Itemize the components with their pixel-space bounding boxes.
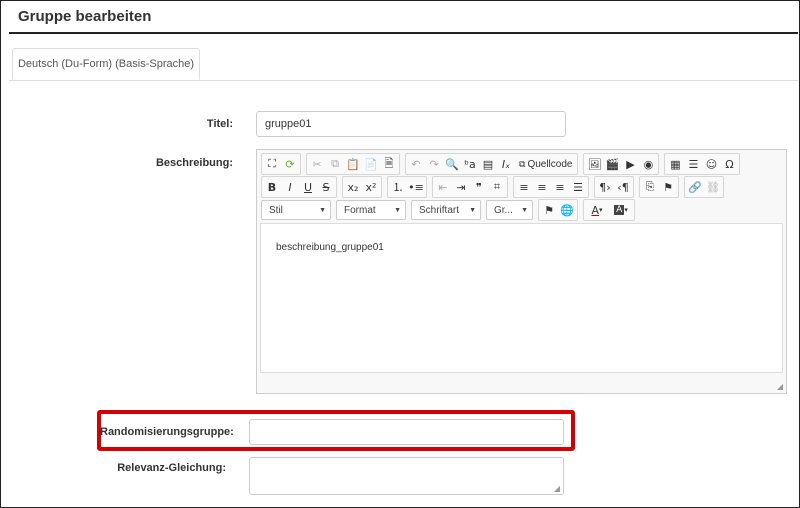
cut-icon[interactable]: ✂ <box>308 155 326 173</box>
tabs-baseline <box>9 80 798 81</box>
remove-format-icon[interactable]: Iₓ <box>497 155 515 173</box>
numbered-list-icon[interactable]: ⒈ <box>389 178 407 196</box>
chevron-down-icon: ▼ <box>394 206 401 214</box>
strikethrough-icon[interactable]: S <box>317 178 335 196</box>
replace-icon[interactable]: ᵇa <box>461 155 479 173</box>
youtube-icon[interactable]: ▶ <box>621 155 639 173</box>
randomization-input[interactable] <box>249 419 564 445</box>
title-input[interactable] <box>256 111 566 137</box>
link-icon[interactable]: 🔗 <box>686 178 704 196</box>
anchor-icon[interactable]: ⚑ <box>659 178 677 196</box>
title-label: Titel: <box>206 118 233 130</box>
text-rtl-icon[interactable]: ‹¶ <box>614 178 632 196</box>
format-combo[interactable]: Format ▼ <box>336 200 406 220</box>
toolbar-row-1: ⛶ ⟳ ✂ ⧉ 📋 📄 🗎 ↶ ↷ 🔍 ᵇa ▤ Iₓ ⧉ Quellcode … <box>261 153 745 175</box>
background-color-icon[interactable]: A ▾ <box>609 201 633 219</box>
align-justify-icon[interactable]: ☰ <box>569 178 587 196</box>
chevron-down-icon: ▼ <box>521 206 528 214</box>
toolbar-group-basic-styles: B I U S <box>261 176 337 198</box>
image-icon[interactable]: 🖼 <box>585 155 603 173</box>
text-ltr-icon[interactable]: ¶› <box>596 178 614 196</box>
blockquote-icon[interactable]: ❞ <box>470 178 488 196</box>
editor-content-text: beschreibung_gruppe01 <box>276 242 384 253</box>
resize-grip-icon[interactable]: ◢ <box>777 382 783 391</box>
chevron-down-icon: ▼ <box>319 206 326 214</box>
select-all-icon[interactable]: ▤ <box>479 155 497 173</box>
relevance-textarea[interactable]: ◢ <box>249 457 564 495</box>
toolbar-group-tools: ⚑ 🌐 <box>538 199 578 221</box>
unlink-icon[interactable]: ⛓ <box>704 178 722 196</box>
toolbar-group-colors: A ▾ A ▾ <box>583 199 635 221</box>
align-center-icon[interactable]: ≡ <box>533 178 551 196</box>
align-left-icon[interactable]: ≡ <box>515 178 533 196</box>
italic-icon[interactable]: I <box>281 178 299 196</box>
bold-icon[interactable]: B <box>263 178 281 196</box>
source-icon: ⧉ <box>519 158 526 169</box>
text-color-icon[interactable]: A ▾ <box>585 201 609 219</box>
underline-icon[interactable]: U <box>299 178 317 196</box>
toolbar-group-view: ⛶ ⟳ <box>261 153 301 175</box>
refresh-icon[interactable]: ⟳ <box>281 155 299 173</box>
bulleted-list-icon[interactable]: •≡ <box>407 178 425 196</box>
format-combo-label: Format <box>344 204 376 216</box>
relevance-label: Relevanz-Gleichung: <box>117 462 226 474</box>
description-label: Beschreibung: <box>155 157 233 169</box>
find-icon[interactable]: 🔍 <box>443 155 461 173</box>
paste-icon[interactable]: 📋 <box>344 155 362 173</box>
video-icon[interactable]: 🎬 <box>603 155 621 173</box>
page-title: Gruppe bearbeiten <box>18 8 152 25</box>
toolbar-group-insert: ▦ ☰ ☺ Ω <box>664 153 741 175</box>
style-combo-label: Stil <box>269 204 283 216</box>
toolbar-group-links: 🔗 ⛓ <box>684 176 724 198</box>
table-icon[interactable]: ▦ <box>666 155 684 173</box>
toolbar-group-script: x₂ x² <box>342 176 382 198</box>
toolbar-group-language: ⎘ ⚑ <box>639 176 679 198</box>
maximize-icon[interactable]: ⛶ <box>263 155 281 173</box>
horizontal-line-icon[interactable]: ☰ <box>684 155 702 173</box>
paste-text-icon[interactable]: 📄 <box>362 155 380 173</box>
toolbar-group-lists: ⒈ •≡ <box>387 176 427 198</box>
font-size-combo[interactable]: Gr... ▼ <box>486 200 533 220</box>
randomization-label: Randomisierungsgruppe: <box>100 426 234 438</box>
flag-icon[interactable]: ⚑ <box>540 201 558 219</box>
subscript-icon[interactable]: x₂ <box>344 178 362 196</box>
source-label: Quellcode <box>527 158 573 170</box>
undo-icon[interactable]: ↶ <box>407 155 425 173</box>
create-div-icon[interactable]: ⌗ <box>488 178 506 196</box>
toolbar-group-insert-media: 🖼 🎬 ▶ ◉ <box>583 153 660 175</box>
outdent-icon[interactable]: ⇤ <box>434 178 452 196</box>
title-divider <box>9 32 798 34</box>
rich-text-editor: ⛶ ⟳ ✂ ⧉ 📋 📄 🗎 ↶ ↷ 🔍 ᵇa ▤ Iₓ ⧉ Quellcode … <box>256 149 787 394</box>
superscript-icon[interactable]: x² <box>362 178 380 196</box>
toolbar-group-edit: ↶ ↷ 🔍 ᵇa ▤ Iₓ ⧉ Quellcode <box>405 153 579 175</box>
flash-icon[interactable]: ◉ <box>639 155 657 173</box>
language-icon[interactable]: ⎘ <box>641 178 659 196</box>
toolbar-group-indent: ⇤ ⇥ ❞ ⌗ <box>432 176 508 198</box>
tab-label: Deutsch (Du-Form) (Basis-Sprache) <box>17 58 195 70</box>
paste-word-icon[interactable]: 🗎 <box>380 155 398 173</box>
resize-grip-icon[interactable]: ◢ <box>554 484 560 493</box>
tab-language-deutsch[interactable]: Deutsch (Du-Form) (Basis-Sprache) <box>12 48 200 80</box>
toolbar-row-2: B I U S x₂ x² ⒈ •≡ ⇤ ⇥ ❞ ⌗ ≡ ≡ ≡ ☰ ¶› ‹¶ <box>261 176 729 198</box>
redo-icon[interactable]: ↷ <box>425 155 443 173</box>
indent-icon[interactable]: ⇥ <box>452 178 470 196</box>
chevron-down-icon: ▼ <box>469 206 476 214</box>
font-size-combo-label: Gr... <box>494 204 513 216</box>
align-right-icon[interactable]: ≡ <box>551 178 569 196</box>
globe-icon[interactable]: 🌐 <box>558 201 576 219</box>
source-button[interactable]: ⧉ Quellcode <box>515 155 576 173</box>
editor-content-area[interactable]: beschreibung_gruppe01 <box>260 223 783 373</box>
toolbar-row-3: Stil ▼ Format ▼ Schriftart ▼ Gr... ▼ ⚑ 🌐… <box>261 199 640 221</box>
font-combo[interactable]: Schriftart ▼ <box>411 200 481 220</box>
copy-icon[interactable]: ⧉ <box>326 155 344 173</box>
smiley-icon[interactable]: ☺ <box>702 155 720 173</box>
special-char-icon[interactable]: Ω <box>720 155 738 173</box>
style-combo[interactable]: Stil ▼ <box>261 200 331 220</box>
toolbar-group-align: ≡ ≡ ≡ ☰ <box>513 176 589 198</box>
toolbar-group-direction: ¶› ‹¶ <box>594 176 634 198</box>
font-combo-label: Schriftart <box>419 204 460 216</box>
toolbar-group-clipboard: ✂ ⧉ 📋 📄 🗎 <box>306 153 400 175</box>
